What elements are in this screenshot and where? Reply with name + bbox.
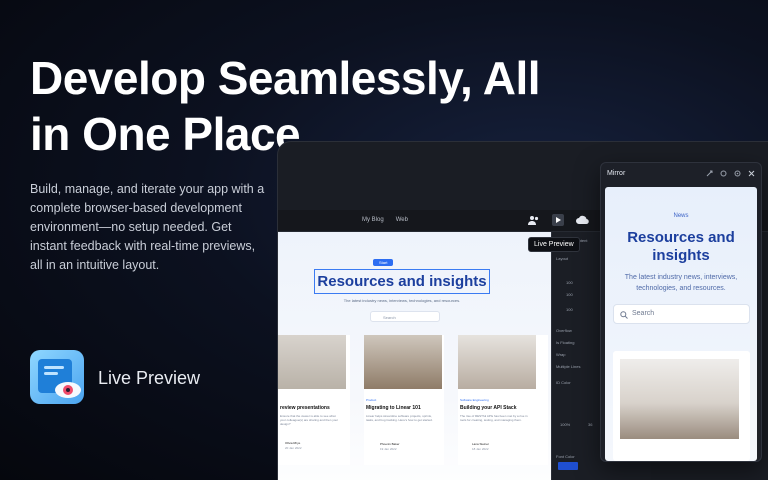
editor-canvas[interactable]: Start Resources and insights The latest … xyxy=(278,232,551,480)
post-image xyxy=(278,335,346,389)
close-icon[interactable] xyxy=(748,170,755,177)
inspector-section-layout: Layout xyxy=(556,256,569,261)
post-excerpt: Linear helps streamline software project… xyxy=(366,414,433,422)
post-card[interactable]: Software Engineering Building your API S… xyxy=(458,335,548,465)
canvas-heading[interactable]: Resources and insights xyxy=(314,269,490,294)
post-date: 19 Jan 2022 xyxy=(380,447,397,451)
post-author: Olivia Rhye xyxy=(285,441,301,445)
inspector-value[interactable]: 100 xyxy=(566,280,573,285)
inspector-section-fontcolor: Font Color xyxy=(556,454,575,459)
live-preview-label: Live Preview xyxy=(98,368,201,388)
live-preview-tooltip: Live Preview xyxy=(528,237,580,252)
mirror-preview: News Resources and insights The latest i… xyxy=(605,187,757,461)
post-tag: Software Engineering xyxy=(460,398,489,402)
post-tag: Product xyxy=(366,398,377,402)
canvas-search-placeholder: Search xyxy=(383,315,396,320)
settings-icon[interactable] xyxy=(734,170,741,177)
mirror-search-input[interactable]: Search xyxy=(613,304,750,324)
inspector-value[interactable]: 100% xyxy=(560,422,570,427)
mirror-search-placeholder: Search xyxy=(632,310,655,317)
mirror-panel: Mirror News Resources and insights The l… xyxy=(600,162,762,462)
hero-description: Build, manage, and iterate your app with… xyxy=(30,182,265,272)
post-title: Migrating to Linear 101 xyxy=(366,405,421,411)
search-icon xyxy=(620,311,628,319)
canvas-badge: Start xyxy=(373,259,394,266)
cloud-icon[interactable] xyxy=(576,215,589,225)
post-date: 18 Jan 2022 xyxy=(472,447,489,451)
post-card[interactable]: Product Migrating to Linear 101 Linear h… xyxy=(364,335,444,465)
site-selector[interactable]: My Blog xyxy=(362,217,384,223)
inspector-section-overflow: Overflow xyxy=(556,328,572,333)
mirror-post-card[interactable] xyxy=(613,351,750,461)
post-excerpt: The rise of RESTful APIs has been met by… xyxy=(460,414,528,422)
post-image xyxy=(458,335,536,389)
post-card[interactable]: review presentations Ensure that the vie… xyxy=(278,335,350,465)
mirror-subtitle: The latest industry news, interviews, te… xyxy=(624,274,738,292)
platform-selector[interactable]: Web xyxy=(396,217,408,223)
canvas-subtitle: The latest industry news, interviews, te… xyxy=(343,298,461,303)
expand-icon[interactable] xyxy=(706,170,713,177)
live-preview-icon xyxy=(30,350,84,404)
inspector-section-floating: Is Floating xyxy=(556,340,575,345)
mirror-title: Mirror xyxy=(607,169,626,177)
mirror-post-image xyxy=(620,359,739,439)
post-date: 20 Jan 2022 xyxy=(285,446,302,450)
refresh-icon[interactable] xyxy=(720,170,727,177)
post-author: Lana Steiner xyxy=(472,442,490,446)
inspector-section-idcolor: ID Color xyxy=(556,380,571,385)
font-color-swatch[interactable] xyxy=(558,462,578,470)
mirror-heading: Resources and insights xyxy=(627,229,735,264)
mirror-badge: News xyxy=(673,213,689,219)
post-title: Building your API Stack xyxy=(460,405,517,411)
canvas-search[interactable]: Search xyxy=(370,311,440,322)
inspector-value[interactable]: 100 xyxy=(566,307,573,312)
inspector-section-wrap: Wrap xyxy=(556,352,566,357)
post-author: Phoenix Baker xyxy=(380,442,400,446)
inspector-value[interactable]: 36 xyxy=(588,422,592,427)
users-icon[interactable] xyxy=(528,215,540,225)
post-image xyxy=(364,335,442,389)
inspector-value[interactable]: 100 xyxy=(566,292,573,297)
post-title: review presentations xyxy=(280,405,330,411)
play-icon[interactable] xyxy=(552,214,564,226)
post-excerpt: Ensure that the viewer is able to see wh… xyxy=(280,414,339,426)
inspector-section-multiline: Multiple Lines xyxy=(556,364,581,369)
